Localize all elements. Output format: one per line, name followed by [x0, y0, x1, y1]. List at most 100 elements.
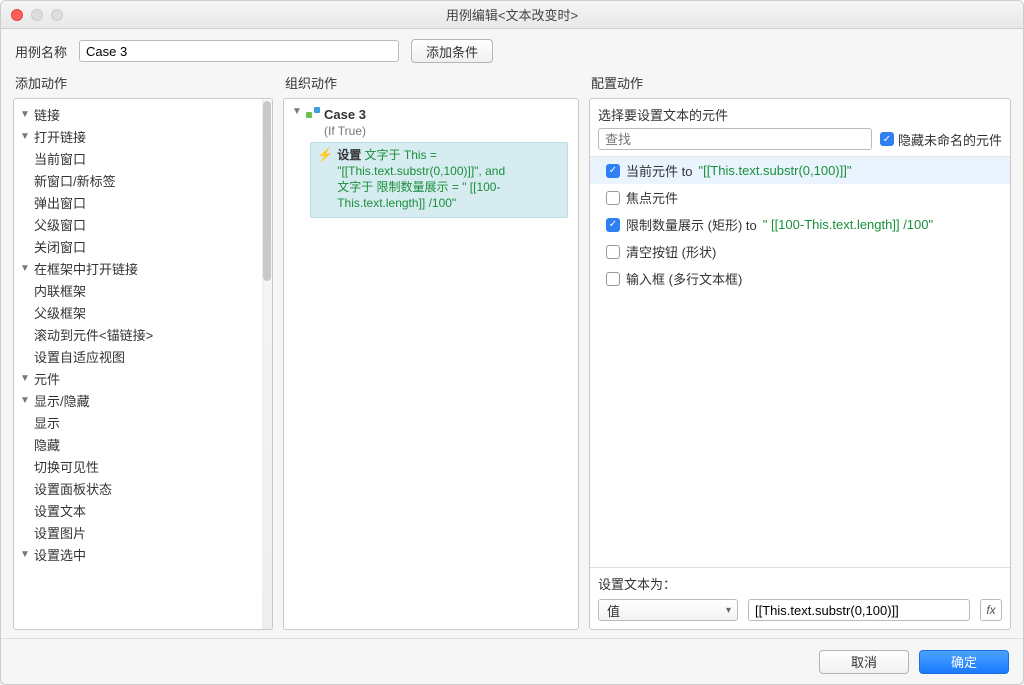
target-item-label: 输入框 (多行文本框) — [626, 269, 742, 288]
tree-item[interactable]: 当前窗口 — [16, 149, 270, 171]
tree-item[interactable]: 隐藏 — [16, 435, 270, 457]
value-type-select[interactable]: 值 — [598, 599, 738, 621]
configure-action-heading: 配置动作 — [589, 69, 1011, 98]
chevron-down-icon: ▼ — [20, 544, 30, 566]
checkbox-icon: ✓ — [606, 164, 620, 178]
cancel-button[interactable]: 取消 — [819, 650, 909, 674]
tree-item-label: 当前窗口 — [34, 149, 86, 171]
case-name-label: 用例名称 — [15, 42, 67, 61]
set-text-label: 设置文本为： — [598, 574, 1002, 593]
action-card[interactable]: ⚡ 设置 文字于 This = "[[This.text.substr(0,10… — [310, 142, 568, 218]
tree-item[interactable]: 设置面板状态 — [16, 479, 270, 501]
tree-item-label: 隐藏 — [34, 435, 60, 457]
tree-item[interactable]: 设置自适应视图 — [16, 347, 270, 369]
hide-unnamed-checkbox[interactable]: ✓ 隐藏未命名的元件 — [880, 130, 1002, 149]
scrollbar[interactable] — [262, 99, 272, 629]
tree-item[interactable]: ▼链接 — [16, 105, 270, 127]
configure-panel: 选择要设置文本的元件 ✓ 隐藏未命名的元件 ✓ 当前元件 to "[[This.t… — [589, 98, 1011, 630]
tree-item[interactable]: 父级窗口 — [16, 215, 270, 237]
tree-item-label: 切换可见性 — [34, 457, 99, 479]
search-input[interactable] — [598, 128, 872, 150]
chevron-down-icon: ▼ — [20, 368, 30, 390]
tree-item[interactable]: 设置图片 — [16, 523, 270, 545]
action-line1: 文字于 This = — [361, 148, 437, 162]
hide-unnamed-label: 隐藏未命名的元件 — [898, 130, 1002, 149]
chevron-down-icon: ▼ — [20, 104, 30, 126]
organize-actions-heading: 组织动作 — [283, 69, 579, 98]
chevron-down-icon: ▼ — [20, 258, 30, 280]
action-line2: "[[This.text.substr(0,100)]]", and — [337, 164, 505, 178]
tree-item[interactable]: 设置文本 — [16, 501, 270, 523]
close-icon[interactable] — [11, 9, 23, 21]
target-item[interactable]: 输入框 (多行文本框) — [590, 265, 1010, 292]
chevron-down-icon: ▼ — [292, 106, 302, 117]
dialog-footer: 取消 确定 — [1, 638, 1023, 684]
tree-item[interactable]: 滚动到元件<锚链接> — [16, 325, 270, 347]
titlebar: 用例编辑<文本改变时> — [1, 1, 1023, 29]
organize-panel: ▼ Case 3 (If True) ⚡ 设置 文字于 This = "[[Th… — [283, 98, 579, 630]
tree-item-label: 设置自适应视图 — [34, 347, 125, 369]
configure-subheading: 选择要设置文本的元件 — [590, 99, 1010, 128]
tree-item[interactable]: 弹出窗口 — [16, 193, 270, 215]
target-item-label: 焦点元件 — [626, 188, 678, 207]
case-icon — [306, 107, 320, 119]
target-item-label: 清空按钮 (形状) — [626, 242, 716, 261]
action-line3: 文字于 限制数量展示 = " [[100- — [337, 180, 500, 194]
case-node[interactable]: ▼ Case 3 — [288, 105, 574, 124]
actions-tree-panel: ▼链接▼打开链接当前窗口新窗口/新标签弹出窗口父级窗口关闭窗口▼在框架中打开链接… — [13, 98, 273, 630]
target-item[interactable]: ✓限制数量展示 (矩形) to " [[100-This.text.length… — [590, 211, 1010, 238]
checkbox-icon — [606, 245, 620, 259]
zoom-icon[interactable] — [51, 9, 63, 21]
window-title: 用例编辑<文本改变时> — [1, 5, 1023, 24]
target-list: ✓ 当前元件 to "[[This.text.substr(0,100)]]" 焦点… — [590, 156, 1010, 567]
target-item[interactable]: 焦点元件 — [590, 184, 1010, 211]
tree-item[interactable]: 内联框架 — [16, 281, 270, 303]
target-item-label: 当前元件 to — [626, 161, 692, 180]
fx-button[interactable]: fx — [980, 599, 1002, 621]
add-actions-heading: 添加动作 — [13, 69, 273, 98]
case-condition: (If True) — [288, 124, 574, 138]
tree-item[interactable]: ▼打开链接 — [16, 127, 270, 149]
tree-item-label: 链接 — [34, 105, 60, 127]
checkbox-icon: ✓ — [606, 218, 620, 232]
target-item-value: "[[This.text.substr(0,100)]]" — [698, 163, 851, 178]
checkbox-icon: ✓ — [880, 132, 894, 146]
tree-item-label: 打开链接 — [34, 127, 86, 149]
case-name-input[interactable] — [79, 40, 399, 62]
action-verb: 设置 — [337, 148, 361, 162]
actions-tree[interactable]: ▼链接▼打开链接当前窗口新窗口/新标签弹出窗口父级窗口关闭窗口▼在框架中打开链接… — [14, 99, 272, 573]
tree-item-label: 滚动到元件<锚链接> — [34, 325, 153, 347]
tree-item-label: 显示 — [34, 413, 60, 435]
tree-item[interactable]: 父级框架 — [16, 303, 270, 325]
expression-input[interactable] — [748, 599, 970, 621]
window-controls — [11, 9, 63, 21]
chevron-down-icon: ▼ — [20, 390, 30, 412]
ok-button[interactable]: 确定 — [919, 650, 1009, 674]
tree-item[interactable]: 显示 — [16, 413, 270, 435]
tree-item[interactable]: ▼在框架中打开链接 — [16, 259, 270, 281]
tree-item-label: 新窗口/新标签 — [34, 171, 116, 193]
tree-item-label: 设置图片 — [34, 523, 86, 545]
target-item[interactable]: ✓ 当前元件 to "[[This.text.substr(0,100)]]" — [590, 157, 1010, 184]
checkbox-icon — [606, 272, 620, 286]
bolt-icon: ⚡ — [317, 147, 333, 163]
tree-item[interactable]: ▼设置选中 — [16, 545, 270, 567]
tree-item-label: 弹出窗口 — [34, 193, 86, 215]
case-header-row: 用例名称 添加条件 — [1, 29, 1023, 69]
tree-item[interactable]: ▼显示/隐藏 — [16, 391, 270, 413]
tree-item[interactable]: 新窗口/新标签 — [16, 171, 270, 193]
tree-item-label: 父级框架 — [34, 303, 86, 325]
tree-item-label: 显示/隐藏 — [34, 391, 90, 413]
dialog-window: 用例编辑<文本改变时> 用例名称 添加条件 添加动作 ▼链接▼打开链接当前窗口新… — [0, 0, 1024, 685]
minimize-icon[interactable] — [31, 9, 43, 21]
tree-item[interactable]: 切换可见性 — [16, 457, 270, 479]
tree-item-label: 设置面板状态 — [34, 479, 112, 501]
tree-item[interactable]: 关闭窗口 — [16, 237, 270, 259]
tree-item-label: 内联框架 — [34, 281, 86, 303]
action-line4: This.text.length]] /100" — [337, 196, 456, 210]
target-item[interactable]: 清空按钮 (形状) — [590, 238, 1010, 265]
target-item-value: " [[100-This.text.length]] /100" — [763, 217, 933, 232]
tree-item[interactable]: ▼元件 — [16, 369, 270, 391]
tree-item-label: 元件 — [34, 369, 60, 391]
add-condition-button[interactable]: 添加条件 — [411, 39, 493, 63]
